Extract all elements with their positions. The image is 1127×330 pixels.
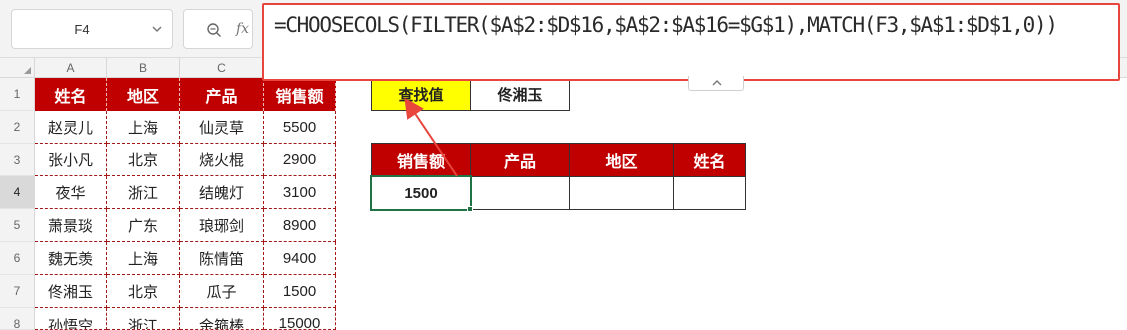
formula-editor[interactable]: =CHOOSECOLS(FILTER($A$2:$D$16,$A$2:$A$16…	[262, 3, 1120, 81]
chevron-up-icon	[712, 80, 722, 86]
collapse-formula-button[interactable]	[688, 76, 744, 91]
formula-text[interactable]: =CHOOSECOLS(FILTER($A$2:$D$16,$A$2:$A$16…	[274, 10, 1104, 41]
